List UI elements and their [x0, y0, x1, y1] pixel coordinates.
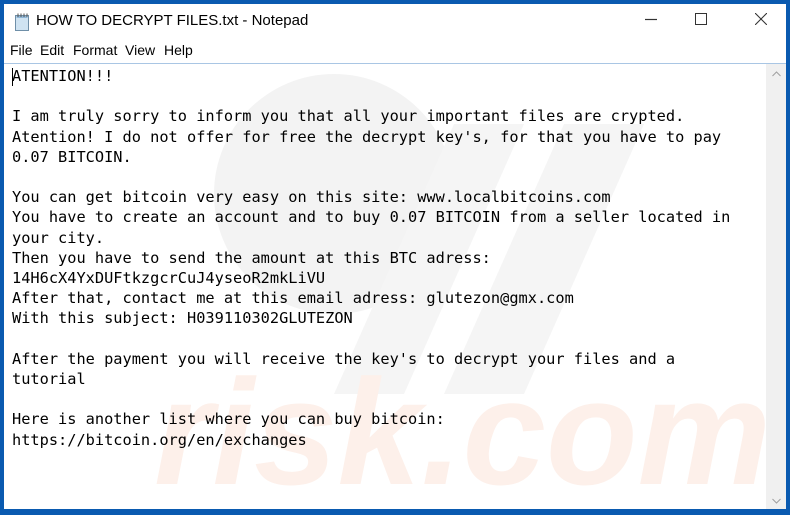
- menu-help[interactable]: Help: [164, 42, 193, 58]
- menu-bar: File Edit Format View Help: [4, 39, 786, 64]
- document-text[interactable]: ATENTION!!! I am truly sorry to inform y…: [12, 66, 730, 450]
- close-icon: [754, 12, 768, 30]
- notepad-icon: [14, 13, 31, 31]
- notepad-window: HOW TO DECRYPT FILES.txt - Notepad File …: [4, 4, 786, 509]
- minimize-icon: [645, 12, 657, 30]
- chevron-down-icon: [771, 491, 781, 509]
- text-editor[interactable]: risk.com ATENTION!!! I am truly sorry to…: [4, 64, 766, 509]
- title-bar[interactable]: HOW TO DECRYPT FILES.txt - Notepad: [4, 4, 786, 38]
- scroll-down-button[interactable]: [766, 491, 786, 509]
- chevron-up-icon: [771, 64, 781, 82]
- maximize-button[interactable]: [678, 4, 724, 38]
- text-caret: [12, 68, 13, 86]
- menu-file[interactable]: File: [10, 42, 33, 58]
- menu-view[interactable]: View: [125, 42, 155, 58]
- close-button[interactable]: [738, 4, 784, 38]
- menu-edit[interactable]: Edit: [40, 42, 64, 58]
- maximize-icon: [695, 12, 707, 30]
- menu-format[interactable]: Format: [73, 42, 117, 58]
- scroll-up-button[interactable]: [766, 64, 786, 82]
- minimize-button[interactable]: [628, 4, 674, 38]
- vertical-scrollbar[interactable]: [766, 64, 786, 509]
- window-title: HOW TO DECRYPT FILES.txt - Notepad: [36, 12, 309, 29]
